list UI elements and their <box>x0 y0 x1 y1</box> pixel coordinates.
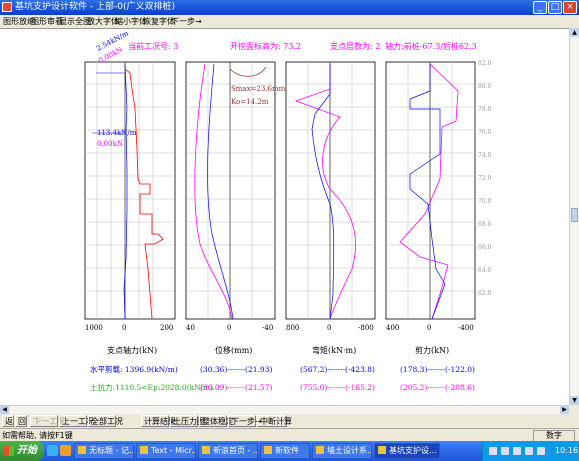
volume-icon[interactable] <box>537 447 545 455</box>
scroll-down-arrow-icon[interactable]: ▼ <box>570 396 579 405</box>
disp-tick-zero: 0 <box>227 324 231 332</box>
svg-text:68.0: 68.0 <box>478 221 492 228</box>
scroll-right-arrow-icon[interactable]: ▶ <box>560 406 569 414</box>
svg-text:78.0: 78.0 <box>478 106 492 113</box>
shear-chart-title: 剪力(kN) <box>415 345 449 355</box>
result-row1-moment: (567.2)-------(-423.8) <box>300 365 375 374</box>
maximize-button[interactable]: □ <box>548 1 562 14</box>
ko-label: Ko=14.2m <box>231 98 269 106</box>
mid-load-label: 113.4kN/m <box>97 129 137 137</box>
menu-bar: 图形放缩 图形审看 显示全图 放大字体 缩小字体 恢复字体 下一步→ <box>0 15 579 28</box>
svg-text:62.0: 62.0 <box>478 290 492 297</box>
disp-tick-left: 40 <box>186 324 195 332</box>
moment-tick-right: -800 <box>358 324 374 332</box>
windows-logo-icon <box>4 446 14 456</box>
svg-text:74.0: 74.0 <box>478 152 492 159</box>
tray-icon-4[interactable] <box>525 447 533 455</box>
title-bar: 基坑支护设计软件 - 上部-0(广义双排桩) _ □ × <box>0 0 579 15</box>
horizontal-scrollbar[interactable]: ◀ ▶ <box>0 405 569 414</box>
tray-icon-3[interactable] <box>513 447 521 455</box>
task-text-editor[interactable]: Text - Micr... <box>136 443 196 459</box>
system-tray: 10:16 <box>482 441 579 461</box>
return-button-2[interactable]: 回 <box>15 415 27 427</box>
axial-tick-left: 1000 <box>85 324 103 332</box>
svg-text:72.0: 72.0 <box>478 175 492 182</box>
svg-text:66.0: 66.0 <box>478 244 492 251</box>
clock: 10:16 <box>555 446 579 455</box>
result-row1-disp: (30.36)-------(21.93) <box>200 365 272 374</box>
folder-quicklaunch-icon[interactable] <box>60 445 71 456</box>
shear-chart <box>385 61 476 320</box>
displacement-chart: Smax=23.6mm Ko=14.2m <box>185 61 286 320</box>
support-count-label: 支点层数为: 2 <box>330 41 380 51</box>
disp-tick-right: -40 <box>262 324 273 332</box>
task-sina[interactable]: 新浪首页 - ... <box>198 443 258 459</box>
stability-button[interactable]: 整体稳定 <box>199 415 234 427</box>
scroll-left-arrow-icon[interactable]: ◀ <box>0 406 9 414</box>
result-row2-disp: (36.09)-------(21.57) <box>200 383 272 392</box>
mid-load-label-2: 0.00kN <box>97 140 123 148</box>
moment-chart-title: 弯矩(kN·m) <box>312 345 356 355</box>
tray-icon-2[interactable] <box>501 447 509 455</box>
next-case-button[interactable]: 下一工况 <box>30 415 65 427</box>
drawing-canvas[interactable]: 当前工况号: 3 开挖面标高为: 73.2 支点层数为: 2 轴力:前桩-67.… <box>0 28 569 406</box>
next-step-button[interactable]: 下一步→ <box>228 415 262 427</box>
result-row2-moment: (755.0)-------(-165.2) <box>300 383 375 392</box>
svg-text:82.0: 82.0 <box>478 60 492 67</box>
window-title: 基坑支护设计软件 - 上部-0(广义双排桩) <box>15 2 175 12</box>
result-row2-label: 土抗力:1110.5<Ep:2028.0(kN/m) <box>90 382 213 392</box>
moment-tick-zero: 0 <box>327 324 331 332</box>
scroll-up-arrow-icon[interactable]: ▲ <box>570 28 579 37</box>
svg-text:80.0: 80.0 <box>478 83 492 90</box>
task-retaining-wall[interactable]: 墙土设计系... <box>312 443 372 459</box>
interrupt-button[interactable]: 中断计算 <box>257 415 292 427</box>
ie-quicklaunch-icon[interactable] <box>47 445 58 456</box>
shear-tick-right: -400 <box>458 324 474 332</box>
vertical-scroll-thumb[interactable] <box>571 208 578 222</box>
axial-force-chart: 2.54kN/m 0.00kN 113.4kN/m 0.00kN <box>84 29 176 320</box>
tray-icon-1[interactable] <box>489 447 497 455</box>
start-button[interactable]: 开始 <box>0 441 44 461</box>
svg-text:64.0: 64.0 <box>478 267 492 274</box>
svg-text:76.0: 76.0 <box>478 129 492 136</box>
task-foundation-pit[interactable]: 基坑支护设... <box>374 443 440 459</box>
calc-result-button[interactable]: 计算结果 <box>141 415 176 427</box>
status-bar: 如需帮助, 请按F1键 数字 <box>0 428 579 442</box>
prev-case-button[interactable]: 上一工况 <box>59 415 94 427</box>
return-button[interactable]: 返 <box>2 415 14 427</box>
result-row1-label: 水平剪载: 1396.9(kN/m) <box>90 364 178 374</box>
task-notepad[interactable]: 无标题 - 记... <box>74 443 134 459</box>
moment-tick-left: 800 <box>286 324 299 332</box>
excavation-label: 开挖面标高为: 73.2 <box>230 41 301 51</box>
smax-label: Smax=23.6mm <box>231 85 286 93</box>
status-text: 如需帮助, 请按F1键 <box>2 431 73 440</box>
task-new-software[interactable]: 新软件 <box>260 443 310 459</box>
axial-tick-zero: 0 <box>122 324 126 332</box>
all-cases-button[interactable]: 全部工况 <box>88 415 123 427</box>
axial-chart-title: 支点轴力(kN) <box>107 345 157 355</box>
minimize-button[interactable]: _ <box>533 1 547 14</box>
bottom-toolbar: 返 回 下一工况 上一工况 全部工况 计算结果 土压力图 整体稳定 下一步→ 中… <box>0 414 579 428</box>
depth-axis: 82.0 80.0 78.0 76.0 74.0 72.0 70.0 68.0 … <box>478 60 492 297</box>
result-row2-shear: (205.2)-------(-208.6) <box>400 383 475 392</box>
moment-chart <box>285 61 376 320</box>
svg-text:70.0: 70.0 <box>478 198 492 205</box>
vertical-scrollbar[interactable]: ▲ ▼ <box>569 28 579 405</box>
menu-next-step[interactable]: 下一步→ <box>171 16 202 27</box>
close-button[interactable]: × <box>563 1 577 14</box>
taskbar: 开始 无标题 - 记... Text - Micr... 新浪首页 - ... … <box>0 441 579 461</box>
case-label: 当前工况号: 3 <box>128 41 178 51</box>
shear-tick-left: 400 <box>386 324 399 332</box>
result-row1-shear: (178.3)-------(-122.0) <box>400 365 475 374</box>
app-icon <box>2 2 12 12</box>
shear-tick-zero: 0 <box>427 324 431 332</box>
axial-tick-right: 200 <box>160 324 173 332</box>
axial-force-label: 轴力:前桩-67.3/后桩62.3 <box>385 41 477 51</box>
disp-chart-title: 位移(mm) <box>215 345 252 355</box>
earth-pressure-button[interactable]: 土压力图 <box>170 415 205 427</box>
